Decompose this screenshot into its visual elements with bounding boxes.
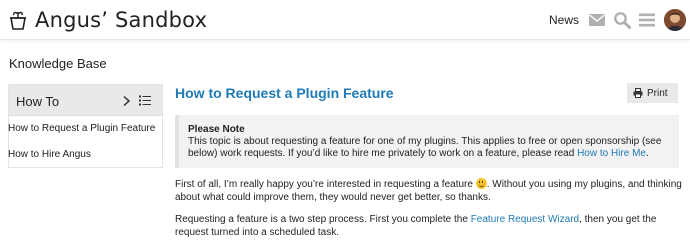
search-icon[interactable] xyxy=(613,11,631,29)
avatar[interactable] xyxy=(664,9,686,31)
news-link[interactable]: News xyxy=(549,13,579,27)
intro-paragraph: First of all, I’m really happy you’re in… xyxy=(175,178,685,204)
process-paragraph: Requesting a feature is a two step proce… xyxy=(175,213,685,239)
site-header: Angus’ Sandbox News xyxy=(0,0,690,40)
sidebar-heading: How To xyxy=(16,94,60,109)
print-button[interactable]: Print xyxy=(627,83,678,103)
sidebar-header[interactable]: How To xyxy=(9,85,162,116)
article-title: How to Request a Plugin Feature xyxy=(175,85,394,101)
intro-text-start: First of all, I’m really happy you’re in… xyxy=(175,179,476,190)
note-text: This topic is about requesting a feature… xyxy=(188,136,674,160)
note-callout: Please Note This topic is about requesti… xyxy=(175,115,679,168)
sidebar-item-request-feature[interactable]: How to Request a Plugin Feature xyxy=(8,123,155,134)
site-title[interactable]: Angus’ Sandbox xyxy=(35,8,207,32)
menu-icon[interactable] xyxy=(638,11,656,29)
logo-icon[interactable] xyxy=(7,8,29,32)
section-title: Knowledge Base xyxy=(9,56,107,71)
mail-icon[interactable] xyxy=(588,11,606,29)
note-title: Please Note xyxy=(188,124,245,135)
note-text-end: . xyxy=(645,148,649,159)
print-label: Print xyxy=(647,87,668,99)
print-icon xyxy=(633,88,643,98)
feature-request-wizard-link[interactable]: Feature Request Wizard xyxy=(471,214,579,225)
process-text-start: Requesting a feature is a two step proce… xyxy=(175,214,471,225)
sidebar-item-hire-angus[interactable]: How to Hire Angus xyxy=(8,149,91,160)
hire-me-link[interactable]: How to Hire Me xyxy=(577,148,646,159)
list-icon[interactable] xyxy=(139,95,151,106)
smiley-icon xyxy=(475,178,487,189)
chevron-right-icon[interactable] xyxy=(121,95,131,107)
